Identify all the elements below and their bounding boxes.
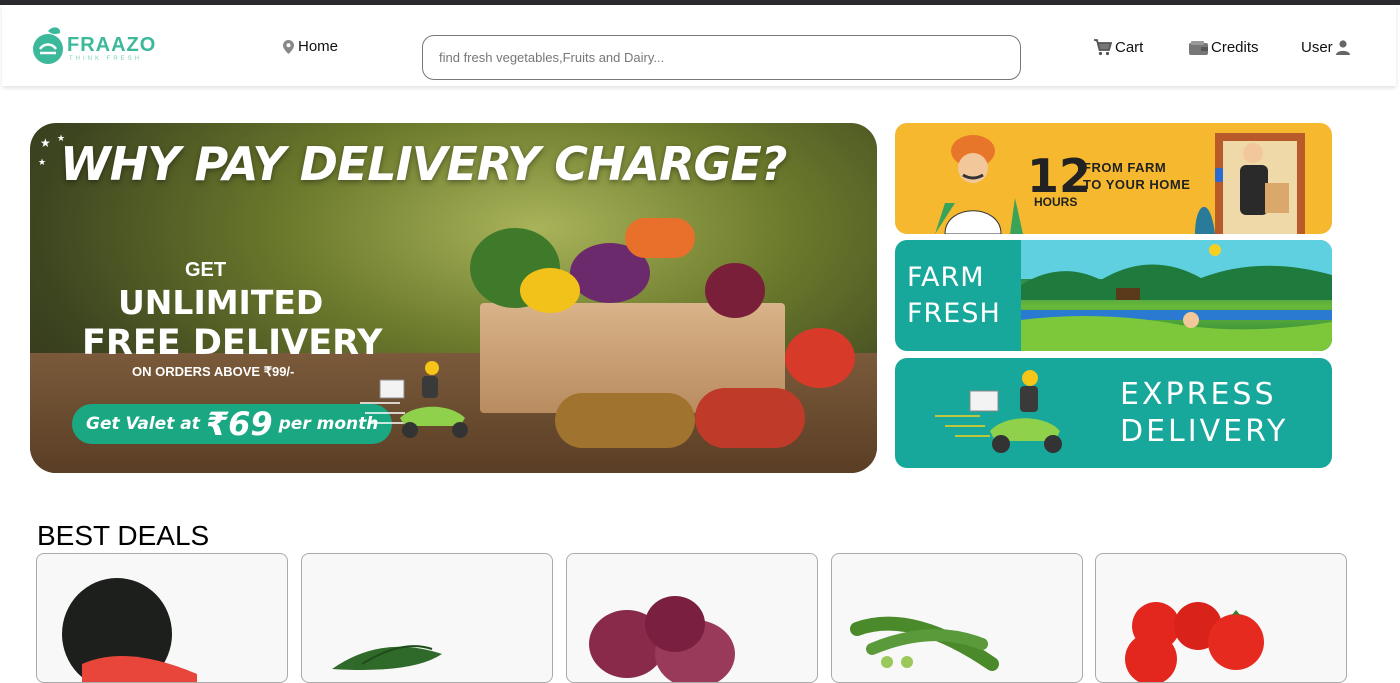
customer-doorway-icon [1195, 133, 1305, 234]
valet-price: ₹69 [205, 405, 273, 443]
hours-text: HOURS [1034, 195, 1078, 209]
hero-free-delivery-text: FREE DELIVERY [82, 323, 383, 363]
express-delivery-text: EXPRESS DELIVERY [1120, 376, 1288, 450]
potatoes-image [555, 393, 695, 448]
logo-wordmark: FRAAZO [67, 34, 157, 56]
credits-label: Credits [1211, 39, 1259, 56]
deal-card-watermelon[interactable] [36, 553, 288, 683]
home-label: Home [298, 38, 339, 55]
onion-image [589, 596, 735, 682]
wallet-icon [1189, 40, 1208, 55]
search-input[interactable] [422, 35, 1021, 80]
deal-card-onion[interactable] [566, 553, 818, 683]
svg-text:★: ★ [40, 136, 51, 150]
logo-leaf-icon [33, 27, 63, 64]
scooter-delivery-icon [360, 361, 468, 438]
nav-cart-link[interactable]: Cart [1094, 39, 1143, 56]
pepper-image [520, 268, 580, 313]
cart-icon [1094, 39, 1112, 56]
best-deals-title: BEST DEALS [37, 520, 210, 551]
okra-image [850, 616, 999, 671]
farm-landscape-icon [1021, 244, 1332, 351]
delivery-text: DELIVERY [1120, 414, 1289, 449]
fruits-image [695, 388, 805, 448]
nav-credits-link[interactable]: Credits [1189, 39, 1259, 56]
tomato-image [1125, 602, 1264, 682]
farmer-illustration-icon [935, 135, 1023, 234]
valet-prefix: Get Valet at [86, 414, 200, 434]
fraazo-logo[interactable]: FRAAZO THINK FRESH [31, 25, 156, 69]
farm-to-home-banner[interactable]: 12 FROM FARM TO YOUR HOME HOURS [895, 123, 1332, 234]
hero-orders-above-text: ON ORDERS ABOVE ₹99/- [132, 364, 295, 379]
deal-card-okra[interactable] [831, 553, 1083, 683]
farm-fresh-banner[interactable]: FARM FRESH [895, 240, 1332, 351]
tomatoes-image [785, 328, 855, 388]
hero-title: WHY PAY DELIVERY CHARGE? [60, 137, 787, 191]
red-onion-image [705, 263, 765, 318]
user-icon [1335, 40, 1350, 55]
nav-home-link[interactable]: Home [283, 38, 338, 55]
cart-label: Cart [1115, 39, 1144, 56]
svg-text:★: ★ [38, 157, 46, 167]
express-text: EXPRESS [1120, 377, 1277, 412]
express-delivery-banner[interactable]: EXPRESS DELIVERY [895, 358, 1332, 468]
express-scooter-icon [935, 370, 1062, 453]
logo-tagline: THINK FRESH [69, 56, 143, 62]
deal-card-spinach[interactable] [301, 553, 553, 683]
farm-text: FARM [907, 262, 985, 293]
from-farm-text: FROM FARM [1083, 160, 1167, 175]
location-pin-icon [283, 39, 294, 54]
to-your-home-text: TO YOUR HOME [1083, 177, 1191, 192]
hero-unlimited-text: UNLIMITED [118, 283, 324, 322]
hero-banner[interactable]: ★ ★ ★ WHY PAY DELIVERY CHARGE? GET UNLIM… [30, 123, 877, 473]
site-header: FRAAZO THINK FRESH Home Cart Credits Use… [2, 5, 1396, 86]
valet-offer-button[interactable]: Get Valet at ₹69 per month [72, 404, 393, 444]
fresh-text: FRESH [907, 298, 1001, 329]
nav-user-link[interactable]: User [1301, 39, 1350, 56]
spinach-image [332, 645, 442, 670]
carrots-image [625, 218, 695, 258]
deal-card-tomato[interactable] [1095, 553, 1347, 683]
user-label: User [1301, 39, 1333, 56]
farm-fresh-text: FARM FRESH [907, 260, 1001, 332]
farm-landscape-image [1021, 240, 1332, 351]
hero-get-text: GET [185, 259, 227, 281]
watermelon-image [62, 578, 197, 682]
